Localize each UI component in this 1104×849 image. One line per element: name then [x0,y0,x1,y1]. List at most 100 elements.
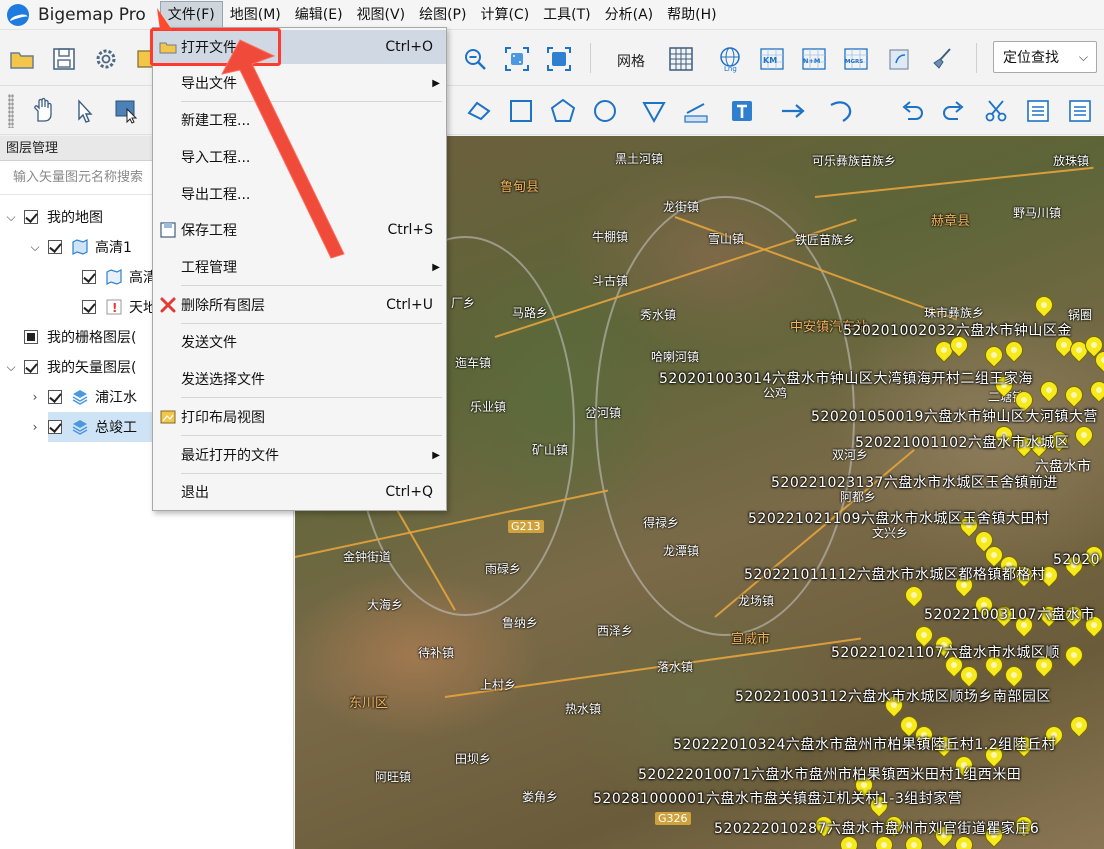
place-label: 鲁甸县 [500,180,540,195]
map-pin-icon[interactable] [1001,662,1027,688]
map-pin-icon[interactable] [1031,292,1057,318]
map-layer-icon [105,268,123,286]
full-extent-icon[interactable] [543,43,575,75]
place-label: 娄角乡 [522,790,559,804]
select-arrow-icon[interactable] [69,95,101,127]
sector-icon[interactable] [638,95,670,127]
toolbar-grip[interactable] [8,94,14,128]
menu-shortcut: Ctrl+S [387,222,433,238]
save-disk-icon[interactable] [48,43,80,75]
menu-new-project[interactable]: 新建工程... [153,103,446,137]
menu-recent-files[interactable]: 最近打开的文件 ▶ [153,438,446,472]
menu-item-label: 新建工程... [181,113,251,129]
poi-label: 520281000001六盘水市盘关镇盘江机关村1-3组封家营 [593,791,963,807]
tree-item-tianditu[interactable]: ! 天地 [76,292,157,322]
tree-item-my-map[interactable]: ⌵ 我的地图 [4,202,103,232]
menu-export-project[interactable]: 导出工程... [153,177,446,211]
lng-grid-icon[interactable]: Lng [714,43,746,75]
red-x-icon [159,296,177,314]
rectangle-icon[interactable] [505,95,537,127]
menu-delete-all-layers[interactable]: 删除所有图层 Ctrl+U [153,288,446,322]
arrow-tool-icon[interactable] [777,95,809,127]
chevron-right-icon[interactable]: › [28,390,42,404]
menu-send-selected[interactable]: 发送选择文件 [153,362,446,396]
menu-help[interactable]: 帮助(H) [660,1,723,29]
layer-checkbox[interactable] [82,270,96,284]
layer-checkbox[interactable] [48,240,62,254]
menu-file[interactable]: 文件(F) [159,0,223,29]
layer-checkbox[interactable] [48,390,62,404]
warning-layer-icon: ! [105,298,123,316]
menu-import-project[interactable]: 导入工程... [153,140,446,174]
nm-grid-icon[interactable]: N+M [798,43,830,75]
poi-label: 520222010287六盘水市盘州市刘官街道瞿家庄6 [714,821,1040,837]
map-pin-icon[interactable] [901,582,927,608]
pan-hand-icon[interactable] [27,95,59,127]
mgrs-grid-icon[interactable]: MGRS [840,43,872,75]
menu-send-file[interactable]: 发送文件 [153,325,446,359]
chevron-down-icon[interactable]: ⌵ [28,240,42,255]
layer-checkbox[interactable] [24,210,38,224]
tree-item-vector[interactable]: ⌵ 我的矢量图层( [4,352,136,382]
map-pin-icon[interactable] [1061,382,1087,408]
chevron-right-icon[interactable]: › [28,420,42,434]
menu-tools[interactable]: 工具(T) [536,1,597,29]
polyline-icon[interactable] [463,95,495,127]
menu-export-file[interactable]: 导出文件 ▶ [153,66,446,100]
scissors-icon[interactable] [980,95,1012,127]
locate-search-dropdown[interactable]: 定位查找 ⌵ [993,41,1097,73]
km-grid-icon[interactable]: KM [756,43,788,75]
map-pin-icon[interactable] [1036,377,1062,403]
tree-item-hd[interactable]: 高清 [76,262,157,292]
identify-icon[interactable] [111,95,143,127]
layer-checkbox[interactable] [24,330,38,344]
open-folder-icon[interactable] [6,43,38,75]
text-tool-icon[interactable] [726,95,758,127]
zoom-extent-icon[interactable] [501,43,533,75]
menu-calc[interactable]: 计算(C) [473,1,536,29]
chevron-down-icon[interactable]: ⌵ [4,210,18,225]
place-label: 赫章县 [931,214,971,229]
map-pin-icon[interactable] [1061,642,1087,668]
map-pin-icon[interactable] [1066,712,1092,738]
map-pin-icon[interactable] [981,342,1007,368]
menu-exit[interactable]: 退出 Ctrl+Q [153,475,446,509]
layer-checkbox[interactable] [24,360,38,374]
menu-edit[interactable]: 编辑(E) [288,1,350,29]
menu-project-manager[interactable]: 工程管理 ▶ [153,250,446,284]
tree-item-raster[interactable]: 我的栅格图层( [18,322,136,352]
menu-item-label: 发送文件 [181,335,237,351]
grid-icon[interactable] [665,43,697,75]
place-label: 龙场镇 [738,594,775,608]
redo-icon[interactable] [938,95,970,127]
brush-icon[interactable] [926,43,958,75]
menu-print-layout[interactable]: 打印布局视图 [153,400,446,434]
map-pin-icon[interactable] [1001,337,1027,363]
circle-icon[interactable] [589,95,621,127]
zoom-out-icon[interactable] [459,43,491,75]
chevron-down-icon[interactable]: ⌵ [4,360,18,375]
layer-checkbox[interactable] [82,300,96,314]
app-logo-icon [6,3,30,27]
polygon-icon[interactable] [547,95,579,127]
layer-checkbox[interactable] [48,420,62,434]
tree-item-label: 高清1 [95,240,132,256]
measure-icon[interactable] [680,95,712,127]
tree-item-pujiang[interactable]: › 浦江水 [28,382,137,412]
menu-draw[interactable]: 绘图(P) [412,1,473,29]
menu-save-project[interactable]: 保存工程 Ctrl+S [153,213,446,247]
menu-analysis[interactable]: 分析(A) [598,1,661,29]
curve-tool-icon[interactable] [825,95,857,127]
map-pin-icon[interactable] [1071,422,1097,448]
gear-icon[interactable] [90,43,122,75]
attribute-table-icon[interactable] [1022,95,1054,127]
menu-map[interactable]: 地图(M) [223,1,288,29]
map-pin-icon[interactable] [1086,377,1104,403]
export-image-icon[interactable] [884,43,916,75]
tree-item-hd1[interactable]: ⌵ 高清1 [28,232,132,262]
undo-icon[interactable] [896,95,928,127]
menu-view[interactable]: 视图(V) [350,1,413,29]
list-view-icon[interactable] [1064,95,1096,127]
tree-item-label: 我的矢量图层( [47,360,137,376]
place-label: 秀水镇 [640,308,677,322]
